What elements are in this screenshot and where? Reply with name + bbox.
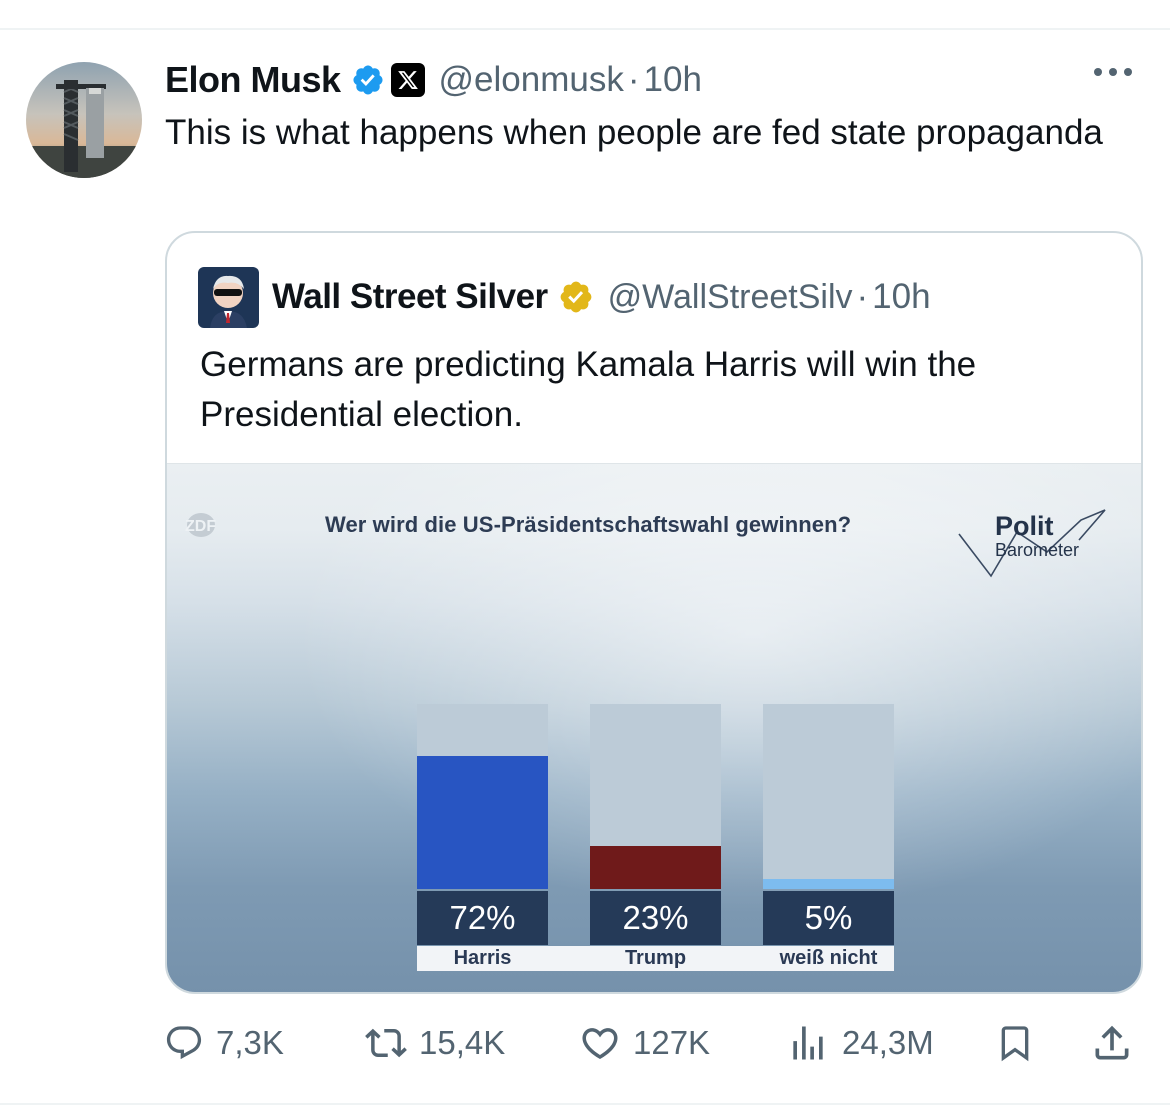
separator-dot: · [627,60,640,99]
quoted-author-name[interactable]: Wall Street Silver [272,277,548,317]
author-handle[interactable]: @elonmusk [439,60,624,100]
quoted-separator-dot: · [856,277,869,316]
bar-value-label: 23% [590,891,721,945]
bar-category-label: weiß nicht [779,947,878,969]
quoted-author-avatar[interactable] [198,267,259,328]
share-icon [1095,1025,1129,1060]
views-count: 24,3M [842,1024,934,1061]
quoted-media-image[interactable]: ZDF Wer wird die US-Präsidentschaftswahl… [167,463,1141,992]
quoted-tweet-text: Germans are predicting Kamala Harris wil… [200,345,977,434]
author-avatar[interactable] [26,62,142,178]
tweet-text: This is what happens when people are fed… [165,113,1103,152]
bar-chart-icon [793,1026,823,1060]
author-name[interactable]: Elon Musk [165,59,341,101]
poll-bar-chart: 72% Harris 23% Trump 5% weiß nicht [167,464,1141,992]
retweet-count: 15,4K [419,1024,506,1061]
like-button[interactable]: 127K [579,1015,710,1071]
share-button[interactable] [1090,1015,1134,1071]
more-dots-icon[interactable] [1094,68,1132,76]
quoted-tweet-header: Wall Street Silver @WallStreetSilv · 10h [272,273,931,321]
reply-count: 7,3K [216,1024,284,1061]
tweet-action-bar: 7,3K 15,4K 127K 24,3M [0,1015,1170,1071]
views-button[interactable]: 24,3M [786,1015,934,1071]
retweet-button[interactable]: 15,4K [365,1015,505,1071]
bar-category-label: Harris [453,947,512,969]
bottom-divider [0,1103,1170,1105]
reply-bubble-icon [166,1026,202,1060]
tweet-timestamp[interactable]: 10h [644,60,702,100]
bookmark-button[interactable] [995,1015,1035,1071]
bar-track [417,704,548,889]
bar-value-label: 72% [417,891,548,945]
reply-button[interactable]: 7,3K [164,1015,284,1071]
bar [590,846,721,889]
bar-value-label: 5% [763,891,894,945]
tweet-header: Elon Musk @elonmusk · 10h [165,58,702,102]
quoted-tweet-timestamp[interactable]: 10h [872,277,930,317]
quoted-tweet-card[interactable]: Wall Street Silver @WallStreetSilv · 10h… [165,231,1143,994]
verified-check-icon [353,65,383,95]
retweet-icon [365,1028,407,1058]
bar [417,756,548,889]
top-divider [0,28,1170,30]
x-logo-icon [390,63,425,97]
bookmark-icon [1001,1026,1029,1062]
gold-verified-icon [560,281,592,313]
bar-track [590,704,721,889]
bar-track [763,704,894,889]
bar-category-label: Trump [624,947,687,969]
heart-icon [582,1028,618,1060]
quoted-author-handle[interactable]: @WallStreetSilv [608,278,853,317]
bar [763,879,894,889]
like-count: 127K [633,1024,711,1061]
